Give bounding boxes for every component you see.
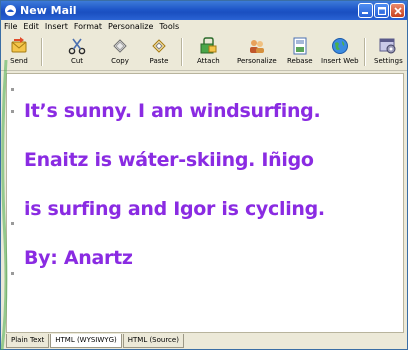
line-marker [11, 88, 14, 91]
menu-file[interactable]: File [4, 20, 17, 34]
cut-button[interactable]: Cut [67, 36, 87, 65]
tab-html-source[interactable]: HTML (Source) [122, 334, 184, 348]
tab-plain-text[interactable]: Plain Text [6, 334, 50, 348]
rebase-icon [293, 37, 307, 55]
background-swirl [0, 60, 8, 350]
copy-icon [113, 39, 127, 53]
minimize-icon [362, 12, 368, 14]
message-line-2: Enaitz is wáter-skiing. Iñigo [24, 149, 314, 171]
personalize-icon [249, 40, 264, 53]
line-marker [11, 110, 14, 113]
mail-app-icon [5, 5, 16, 16]
close-button[interactable] [390, 3, 405, 18]
settings-button[interactable]: Settings [374, 36, 403, 65]
cut-label: Cut [70, 57, 84, 65]
minimize-button[interactable] [358, 3, 373, 18]
attach-button[interactable]: Attach [197, 36, 220, 65]
send-label: Send [10, 57, 28, 65]
message-line-4: By: Anartz [24, 247, 133, 269]
message-line-3: is surfing and Igor is cycling. [24, 198, 325, 220]
message-line-1: It’s sunny. I am windsurfing. [24, 100, 321, 122]
insert-web-button[interactable]: Insert Web [321, 36, 359, 65]
rebase-button[interactable]: Rebase [287, 36, 313, 65]
window-title: New Mail [20, 4, 77, 17]
tab-html-wysiwyg[interactable]: HTML (WYSIWYG) [50, 334, 122, 348]
menu-edit[interactable]: Edit [23, 20, 39, 34]
editor-mode-tabs: Plain Text HTML (WYSIWYG) HTML (Source) [6, 334, 185, 348]
copy-button[interactable]: Copy [110, 36, 130, 65]
message-editor[interactable]: It’s sunny. I am windsurfing. Enaitz is … [6, 73, 404, 333]
paste-button[interactable]: Paste [149, 36, 169, 65]
rebase-label: Rebase [287, 57, 313, 65]
menu-tools[interactable]: Tools [159, 20, 179, 34]
personalize-button[interactable]: Personalize [237, 36, 277, 65]
settings-label: Settings [374, 57, 403, 65]
toolbar-separator [41, 38, 42, 66]
close-icon [393, 6, 402, 15]
line-marker [11, 272, 14, 275]
personalize-label: Personalize [237, 57, 277, 65]
maximize-button[interactable] [374, 3, 389, 18]
mail-window: New Mail File Edit Insert Format Persona… [0, 0, 408, 350]
toolbar-separator [181, 38, 182, 66]
scissors-icon [68, 38, 86, 55]
title-bar[interactable]: New Mail [1, 1, 407, 20]
line-marker [11, 222, 14, 225]
window-controls [358, 3, 405, 18]
menu-format[interactable]: Format [74, 20, 102, 34]
toolbar: Send Cut Copy Paste Attach Personalize R… [1, 34, 407, 71]
attach-label: Attach [197, 57, 220, 65]
send-icon [11, 37, 27, 53]
menu-bar: File Edit Insert Format Personalize Tool… [1, 20, 407, 34]
globe-icon [331, 38, 348, 54]
paste-label: Paste [149, 57, 169, 65]
insert-web-label: Insert Web [321, 57, 359, 65]
settings-icon [379, 38, 396, 54]
maximize-icon [377, 6, 386, 15]
menu-insert[interactable]: Insert [45, 20, 68, 34]
paste-icon [152, 39, 166, 53]
toolbar-separator [364, 38, 365, 66]
menu-personalize[interactable]: Personalize [108, 20, 153, 34]
attach-icon [200, 37, 217, 54]
send-button[interactable]: Send [9, 36, 29, 65]
copy-label: Copy [111, 57, 129, 65]
